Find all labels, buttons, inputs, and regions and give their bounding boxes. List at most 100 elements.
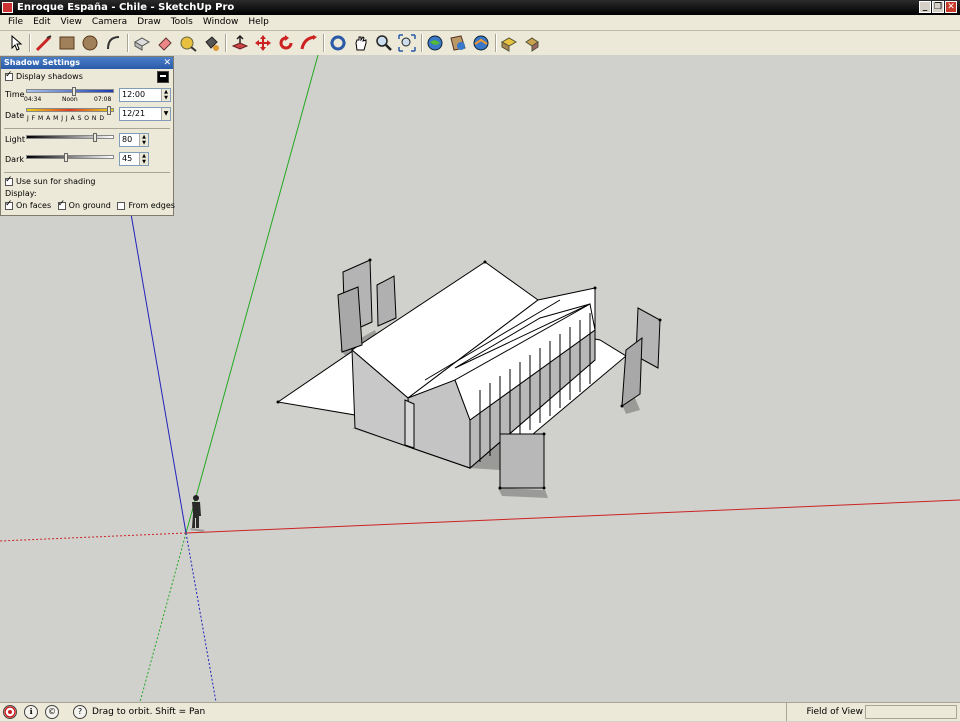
paint-bucket-icon[interactable]	[201, 33, 221, 53]
light-value: 80	[122, 135, 133, 144]
green-axis	[185, 55, 319, 534]
use-sun-label: Use sun for shading	[16, 177, 96, 186]
time-field[interactable]: 12:00 ▲ ▼	[119, 88, 171, 102]
eraser-icon[interactable]	[155, 33, 175, 53]
display-shadows-label: Display shadows	[16, 72, 83, 81]
menu-draw[interactable]: Draw	[132, 15, 166, 30]
panel-right-front[interactable]	[621, 336, 643, 407]
panel-left-front[interactable]	[337, 286, 363, 353]
sketchup-app-icon[interactable]	[2, 2, 13, 13]
status-bar: ℹ © ? Drag to orbit. Shift = Pan Field o…	[0, 702, 960, 721]
red-axis	[185, 499, 960, 534]
month-ticks: J F M A M J J A S O N D	[27, 115, 105, 122]
light-slider[interactable]	[26, 135, 114, 139]
time-slider[interactable]	[26, 89, 114, 93]
geo-location-icon[interactable]	[3, 705, 17, 719]
blue-axis-negative	[185, 532, 217, 702]
get-models-icon[interactable]	[425, 33, 445, 53]
dark-value: 45	[122, 154, 133, 163]
panel-front[interactable]	[499, 433, 545, 489]
from-edges-checkbox[interactable]	[117, 201, 126, 210]
date-label: Date	[5, 111, 25, 120]
use-sun-checkbox[interactable]	[5, 175, 13, 186]
date-field[interactable]: 12/21 ▼	[119, 107, 171, 121]
time-start-label: 04:34	[24, 96, 42, 103]
push-pull-icon[interactable]	[230, 33, 250, 53]
time-end-label: 07:08	[94, 96, 112, 103]
shadow-settings-title-text: Shadow Settings	[4, 58, 81, 67]
dark-field[interactable]: 45 ▲ ▼	[119, 152, 149, 166]
line-tool-icon[interactable]	[34, 33, 54, 53]
from-edges-label: From edges	[128, 201, 175, 210]
user-icon[interactable]: ©	[45, 705, 59, 719]
measurements-box[interactable]	[865, 705, 957, 719]
zoom-icon[interactable]	[374, 33, 394, 53]
panel-close-icon[interactable]: ✕	[163, 57, 171, 69]
time-value: 12:00	[122, 90, 146, 99]
person-figure[interactable]	[190, 495, 205, 532]
help-icon[interactable]: ?	[73, 705, 87, 719]
dark-label: Dark	[5, 155, 24, 164]
zoom-extents-icon[interactable]	[397, 33, 417, 53]
light-label: Light	[5, 135, 25, 144]
on-ground-label: On ground	[68, 201, 111, 210]
orbit-icon[interactable]	[328, 33, 348, 53]
shadow-settings-panel: Shadow Settings ✕ Display shadows Time 0…	[0, 56, 175, 216]
light-field[interactable]: 80 ▲ ▼	[119, 133, 149, 147]
display-options-row: On faces On ground From edges	[5, 199, 175, 210]
time-label: Time	[5, 90, 25, 99]
circle-tool-icon[interactable]	[80, 33, 100, 53]
rotate-icon[interactable]	[276, 33, 296, 53]
toolbar	[0, 31, 960, 56]
arc-tool-icon[interactable]	[103, 33, 123, 53]
follow-me-icon[interactable]	[299, 33, 319, 53]
restore-button[interactable]: ❐	[932, 1, 944, 13]
date-value: 12/21	[122, 109, 146, 118]
credits-icon[interactable]: ℹ	[24, 705, 38, 719]
on-faces-label: On faces	[16, 201, 52, 210]
window-title: Enroque España - Chile - SketchUp Pro	[17, 2, 235, 13]
make-component-icon[interactable]	[132, 33, 152, 53]
select-tool-icon[interactable]	[6, 33, 26, 53]
status-message: Drag to orbit. Shift = Pan	[92, 707, 206, 717]
red-axis-negative	[0, 532, 187, 542]
use-sun-row: Use sun for shading	[5, 175, 96, 186]
menu-window[interactable]: Window	[198, 15, 244, 30]
date-slider-thumb[interactable]	[107, 106, 111, 115]
dark-slider-thumb[interactable]	[64, 153, 68, 162]
menu-edit[interactable]: Edit	[28, 15, 55, 30]
share-component-icon[interactable]	[471, 33, 491, 53]
collapse-toggle-icon[interactable]	[157, 71, 169, 83]
display-shadows-checkbox[interactable]	[5, 70, 13, 81]
menu-tools[interactable]: Tools	[166, 15, 198, 30]
preview-google-earth-icon[interactable]	[522, 33, 542, 53]
minimize-button[interactable]: _	[919, 1, 931, 13]
move-icon[interactable]	[253, 33, 273, 53]
share-model-icon[interactable]	[448, 33, 468, 53]
panel-left-small[interactable]	[376, 275, 397, 327]
time-noon-label: Noon	[62, 96, 78, 103]
menu-help[interactable]: Help	[243, 15, 274, 30]
pan-icon[interactable]	[351, 33, 371, 53]
shadow-settings-title: Shadow Settings ✕	[1, 57, 173, 69]
date-slider[interactable]	[26, 108, 114, 112]
dark-slider[interactable]	[26, 155, 114, 159]
title-bar: Enroque España - Chile - SketchUp Pro _ …	[0, 0, 960, 15]
tape-measure-icon[interactable]	[178, 33, 198, 53]
green-axis-negative	[139, 532, 187, 702]
menu-view[interactable]: View	[56, 15, 87, 30]
light-slider-thumb[interactable]	[93, 133, 97, 142]
display-label: Display:	[5, 189, 37, 198]
menu-camera[interactable]: Camera	[87, 15, 132, 30]
on-ground-checkbox[interactable]	[57, 199, 66, 210]
menu-file[interactable]: File	[3, 15, 28, 30]
time-slider-thumb[interactable]	[72, 87, 76, 96]
display-shadows-row: Display shadows	[5, 70, 83, 81]
menu-bar: File Edit View Camera Draw Tools Window …	[0, 15, 960, 31]
divider	[4, 128, 170, 129]
get-photo-textures-icon[interactable]	[499, 33, 519, 53]
divider	[4, 172, 170, 173]
rectangle-tool-icon[interactable]	[57, 33, 77, 53]
on-faces-checkbox[interactable]	[5, 199, 13, 210]
close-button[interactable]: ✕	[945, 1, 957, 13]
